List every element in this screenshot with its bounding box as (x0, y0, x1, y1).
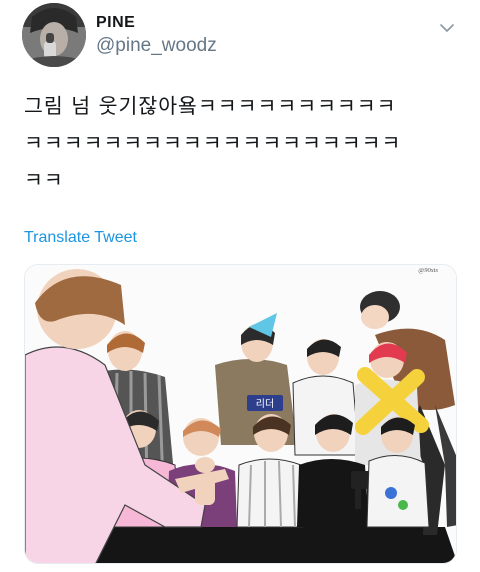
cartoon-illustration: 리더 (25, 265, 456, 563)
tweet-text-line: ㅋㅋㅋㅋㅋㅋㅋㅋㅋㅋㅋㅋㅋㅋㅋㅋㅋㅋㅋ (24, 131, 402, 155)
avatar-photo (22, 3, 86, 67)
tweet-text-line: ㅋㅋ (24, 168, 64, 192)
user-handle[interactable]: @pine_woodz (96, 35, 217, 57)
tweet-text: 그림 넘 웃기잖아욬ㅋㅋㅋㅋㅋㅋㅋㅋㅋㅋ ㅋㅋㅋㅋㅋㅋㅋㅋㅋㅋㅋㅋㅋㅋㅋㅋㅋㅋㅋ… (24, 88, 464, 199)
tweet-card: PINE @pine_woodz 그림 넘 웃기잖아욬ㅋㅋㅋㅋㅋㅋㅋㅋㅋㅋ ㅋㅋ… (0, 0, 480, 572)
artist-watermark: @90xts (418, 267, 438, 274)
translate-tweet-link[interactable]: Translate Tweet (24, 229, 137, 247)
tweet-text-line: 그림 넘 웃기잖아욬ㅋㅋㅋㅋㅋㅋㅋㅋㅋㅋ (24, 94, 397, 118)
chevron-down-icon[interactable] (440, 18, 454, 32)
avatar[interactable] (22, 3, 86, 67)
display-name[interactable]: PINE (96, 14, 135, 32)
leader-badge-text: 리더 (256, 398, 274, 410)
tweet-media-image[interactable]: 리더 @90xts (24, 264, 457, 564)
